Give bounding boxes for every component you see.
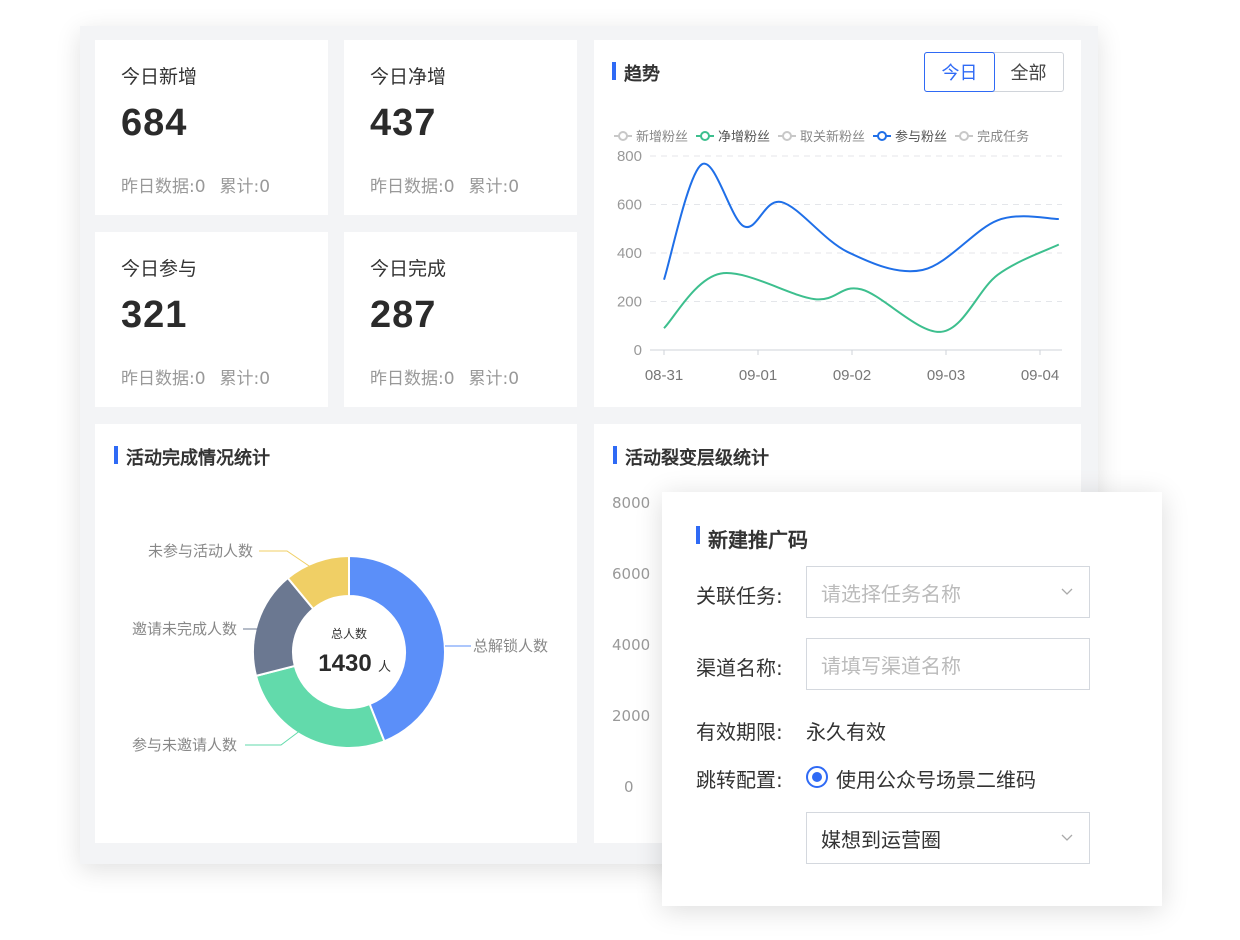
stat-card-new: 今日新增 684 昨日数据:0 累计:0	[95, 40, 328, 215]
fission-title: 活动裂变层级统计	[613, 444, 769, 470]
stat-title: 今日净增	[370, 66, 447, 88]
stat-subtext: 昨日数据:0 累计:0	[121, 177, 271, 197]
validity-label: 有效期限:	[696, 720, 783, 744]
donut-slice-label: 参与未邀请人数	[132, 736, 237, 754]
donut-slice	[254, 664, 386, 749]
y-tick-label: 400	[617, 245, 642, 262]
donut-slice-label: 邀请未完成人数	[132, 620, 237, 638]
legend-marker-icon	[955, 130, 974, 141]
task-label: 关联任务:	[696, 584, 783, 608]
donut-center-label: 总人数	[331, 626, 367, 641]
x-tick-label: 08-31	[645, 367, 683, 384]
y-tick-label: 600	[617, 197, 642, 214]
stat-value: 287	[370, 294, 437, 336]
tab-today[interactable]: 今日	[924, 52, 995, 92]
y-tick-label: 8000	[612, 494, 651, 512]
dialog-title: 新建推广码	[696, 524, 808, 553]
stat-subtext: 昨日数据:0 累计:0	[370, 369, 520, 389]
y-tick-label: 0	[634, 342, 642, 359]
donut-center-unit: 人	[378, 660, 391, 675]
legend-marker-icon	[696, 130, 715, 141]
new-promo-code-dialog: 新建推广码 关联任务: 请选择任务名称 渠道名称: 请填写渠道名称 有效期限: …	[662, 492, 1162, 906]
trend-legend: 新增粉丝 净增粉丝 取关新粉丝 参与粉丝 完成任务	[614, 126, 1037, 145]
jump-config-label: 跳转配置:	[696, 768, 783, 792]
channel-input-placeholder: 请填写渠道名称	[821, 653, 961, 678]
legend-item[interactable]: 参与粉丝	[873, 126, 947, 145]
donut-slice-label: 未参与活动人数	[148, 542, 253, 560]
series-line	[663, 162, 1059, 280]
scene-qrcode-radio[interactable]	[806, 766, 828, 788]
stat-value: 437	[370, 102, 437, 144]
legend-item[interactable]: 完成任务	[955, 126, 1029, 145]
trend-card: 趋势 今日 全部 新增粉丝 净增粉丝 取关新粉丝 参与粉丝 完成任务 0 200 4…	[594, 40, 1081, 407]
task-select[interactable]: 请选择任务名称	[806, 566, 1090, 618]
stat-title: 今日参与	[121, 258, 198, 280]
chevron-down-icon	[1061, 588, 1073, 595]
trend-title: 趋势	[612, 60, 660, 86]
stat-value: 321	[121, 294, 188, 336]
account-select-value: 媒想到运营圈	[821, 827, 941, 852]
donut-slice-label: 总解锁人数	[473, 637, 548, 655]
y-tick-label: 800	[617, 148, 642, 165]
y-tick-label: 0	[624, 778, 634, 796]
trend-tabs: 今日 全部	[924, 52, 1064, 92]
legend-item[interactable]: 新增粉丝	[614, 126, 688, 145]
x-tick-label: 09-03	[927, 367, 965, 384]
y-tick-label: 4000	[612, 636, 651, 654]
donut-center-value: 1430	[318, 650, 371, 677]
legend-marker-icon	[873, 130, 892, 141]
donut-label-leader	[245, 729, 302, 746]
trend-line-chart: 0 200 400 600 800 08-31 09-01 09-02 09-03 09-04	[617, 148, 1062, 384]
x-tick-label: 09-02	[833, 367, 871, 384]
x-tick-label: 09-04	[1021, 367, 1059, 384]
stat-title: 今日完成	[370, 258, 447, 280]
stat-card-net: 今日净增 437 昨日数据:0 累计:0	[344, 40, 577, 215]
stat-card-join: 今日参与 321 昨日数据:0 累计:0	[95, 232, 328, 407]
y-tick-label: 6000	[612, 565, 651, 583]
legend-marker-icon	[778, 130, 797, 141]
stat-card-complete: 今日完成 287 昨日数据:0 累计:0	[344, 232, 577, 407]
legend-marker-icon	[614, 130, 632, 141]
channel-input[interactable]: 请填写渠道名称	[806, 638, 1090, 690]
channel-label: 渠道名称:	[696, 656, 783, 680]
activity-donut-chart: 总人数 1430 人 总解锁人数 未参与活动人数邀请未完成人数参与未邀请人数	[132, 542, 548, 754]
legend-item[interactable]: 取关新粉丝	[778, 126, 865, 145]
series-line	[663, 243, 1060, 333]
scene-qrcode-option-label[interactable]: 使用公众号场景二维码	[836, 764, 1036, 793]
stat-subtext: 昨日数据:0 累计:0	[121, 369, 271, 389]
account-select[interactable]: 媒想到运营圈	[806, 812, 1090, 864]
stat-value: 684	[121, 102, 188, 144]
validity-value: 永久有效	[806, 720, 886, 744]
task-select-placeholder: 请选择任务名称	[821, 581, 961, 606]
x-tick-label: 09-01	[739, 367, 777, 384]
activity-card: 活动完成情况统计 总人数 1430 人总解锁人数 未参与活动人数 邀请未完成人数 参与未邀…	[95, 424, 577, 843]
stat-subtext: 昨日数据:0 累计:0	[370, 177, 520, 197]
chevron-down-icon	[1061, 834, 1073, 841]
stat-title: 今日新增	[121, 66, 198, 88]
y-tick-label: 2000	[612, 707, 651, 725]
tab-all[interactable]: 全部	[994, 53, 1063, 91]
y-tick-label: 200	[617, 294, 642, 311]
legend-item[interactable]: 净增粉丝	[696, 126, 770, 145]
